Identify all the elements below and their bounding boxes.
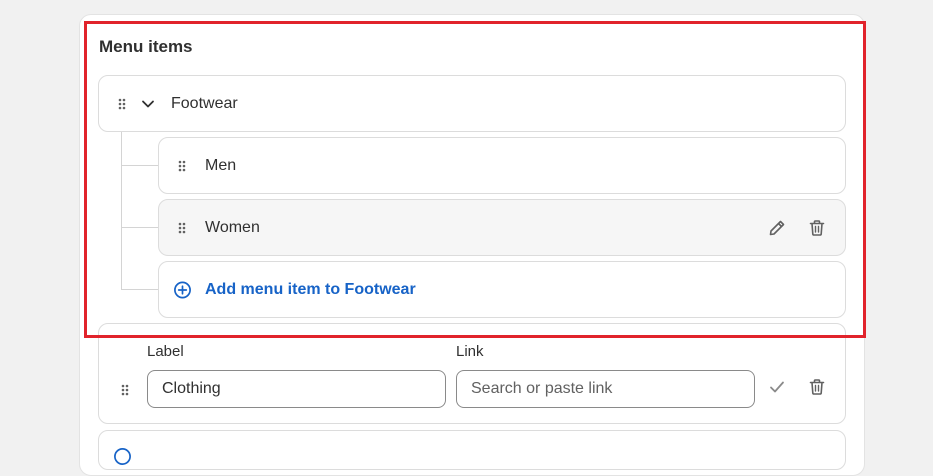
- menu-item-men[interactable]: Men: [158, 137, 846, 194]
- delete-button[interactable]: [806, 376, 828, 398]
- plus-circle-icon: [174, 281, 191, 298]
- confirm-button[interactable]: [766, 376, 788, 398]
- tree-branch: [121, 227, 158, 228]
- section-title: Menu items: [99, 37, 193, 56]
- edit-button[interactable]: [766, 217, 788, 239]
- tree-branch: [121, 165, 158, 166]
- delete-button[interactable]: [806, 217, 828, 239]
- next-menu-item-row[interactable]: [98, 430, 846, 470]
- checkmark-icon: [770, 381, 784, 393]
- menu-item-footwear[interactable]: Footwear: [98, 75, 846, 132]
- menu-item-label: Men: [205, 156, 237, 174]
- menu-item-label: Women: [205, 218, 260, 236]
- add-menu-item-label: Add menu item to Footwear: [205, 280, 416, 298]
- tree-branch: [121, 289, 158, 290]
- trash-icon: [809, 219, 825, 236]
- trash-icon: [809, 379, 825, 395]
- label-input[interactable]: [147, 370, 446, 408]
- chevron-down-icon[interactable]: [141, 99, 155, 109]
- link-input[interactable]: [456, 370, 755, 408]
- add-menu-item-button[interactable]: Add menu item to Footwear: [158, 261, 846, 318]
- menu-item-women[interactable]: Women: [158, 199, 846, 256]
- link-field-heading: Link: [456, 343, 484, 360]
- menu-item-label: Footwear: [171, 94, 238, 112]
- drag-handle-icon[interactable]: [118, 98, 126, 110]
- tree-line: [121, 132, 122, 290]
- plus-circle-icon: [114, 448, 131, 465]
- drag-handle-icon[interactable]: [121, 384, 129, 396]
- drag-handle-icon[interactable]: [178, 222, 186, 234]
- pencil-icon: [769, 220, 785, 235]
- label-field-heading: Label: [147, 343, 184, 360]
- drag-handle-icon[interactable]: [178, 160, 186, 172]
